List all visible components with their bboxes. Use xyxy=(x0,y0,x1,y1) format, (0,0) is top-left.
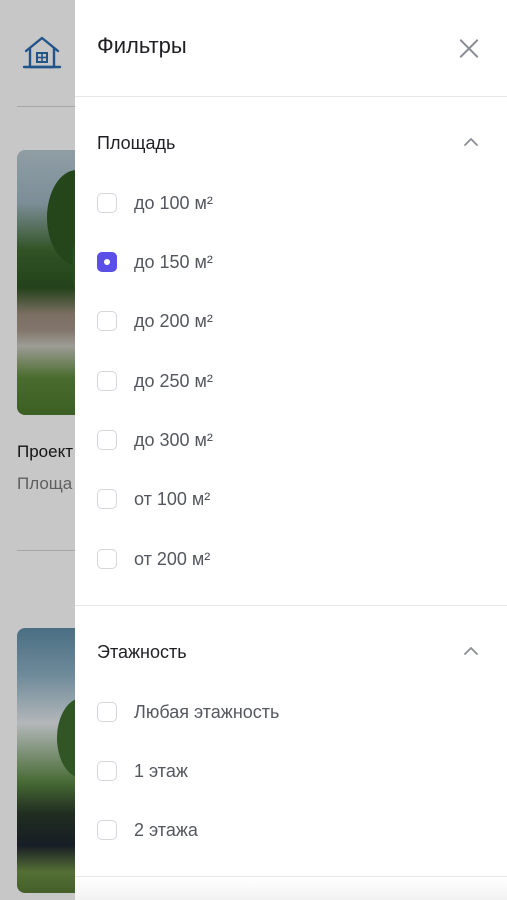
checkbox[interactable] xyxy=(97,489,117,509)
checkbox[interactable] xyxy=(97,430,117,450)
section-divider xyxy=(75,605,507,606)
checkbox-checked[interactable] xyxy=(97,252,117,272)
option-label: 2 этажа xyxy=(134,819,198,840)
header-divider xyxy=(75,96,507,97)
filter-option-area-300[interactable]: до 300 м² xyxy=(97,427,213,453)
option-label: до 200 м² xyxy=(134,310,213,331)
checkbox[interactable] xyxy=(97,311,117,331)
option-label: до 100 м² xyxy=(134,192,213,213)
filter-option-area-from-200[interactable]: от 200 м² xyxy=(97,546,210,572)
option-label: до 300 м² xyxy=(134,429,213,450)
drawer-title: Фильтры xyxy=(97,33,187,58)
option-label: до 250 м² xyxy=(134,370,213,391)
chevron-up-icon[interactable] xyxy=(463,134,479,150)
option-label: от 100 м² xyxy=(134,488,211,509)
option-label: Любая этажность xyxy=(134,701,280,722)
checkbox[interactable] xyxy=(97,761,117,781)
option-label: от 200 м² xyxy=(134,548,211,569)
section-divider xyxy=(75,876,507,877)
filter-option-area-250[interactable]: до 250 м² xyxy=(97,368,213,394)
checkbox[interactable] xyxy=(97,371,117,391)
filter-option-floors-any[interactable]: Любая этажность xyxy=(97,699,279,725)
filter-option-area-100[interactable]: до 100 м² xyxy=(97,190,213,216)
filter-option-floors-2[interactable]: 2 этажа xyxy=(97,817,198,843)
chevron-up-icon[interactable] xyxy=(463,643,479,659)
checkbox[interactable] xyxy=(97,193,117,213)
option-label: 1 этаж xyxy=(134,760,188,781)
checkbox[interactable] xyxy=(97,820,117,840)
filters-drawer: Фильтры Площадь до 100 м² до 150 м² до 2… xyxy=(75,0,507,900)
close-icon[interactable] xyxy=(456,35,482,61)
option-label: до 150 м² xyxy=(134,251,213,272)
filter-option-area-200[interactable]: до 200 м² xyxy=(97,308,213,334)
checkbox[interactable] xyxy=(97,549,117,569)
filter-option-floors-1[interactable]: 1 этаж xyxy=(97,758,188,784)
filter-option-area-150[interactable]: до 150 м² xyxy=(97,249,213,275)
section-title-area[interactable]: Площадь xyxy=(97,133,175,154)
drawer-bottom-shade xyxy=(75,878,507,900)
section-title-floors[interactable]: Этажность xyxy=(97,642,187,663)
filter-option-area-from-100[interactable]: от 100 м² xyxy=(97,486,210,512)
checkbox[interactable] xyxy=(97,702,117,722)
